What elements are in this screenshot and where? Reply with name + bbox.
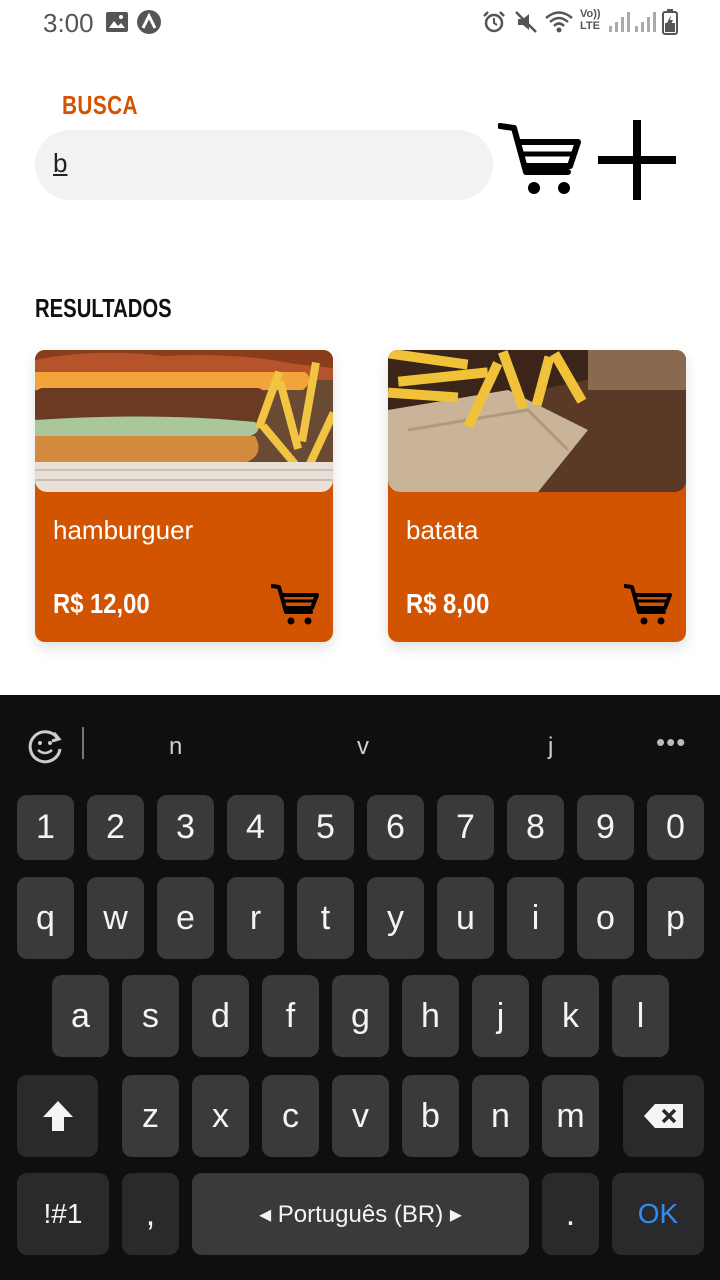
hamburger-image	[35, 350, 333, 492]
suggestion-1[interactable]: n	[169, 733, 182, 761]
key-0[interactable]: 0	[647, 795, 704, 860]
fries-image	[388, 350, 686, 492]
key-2[interactable]: 2	[87, 795, 144, 860]
key-p[interactable]: p	[647, 877, 704, 959]
more-options-icon[interactable]: •••	[656, 727, 686, 758]
key-m[interactable]: m	[542, 1075, 599, 1157]
key-b[interactable]: b	[402, 1075, 459, 1157]
key-f[interactable]: f	[262, 975, 319, 1057]
key-1[interactable]: 1	[17, 795, 74, 860]
alarm-icon	[483, 11, 505, 33]
volte-text-2: LTE	[580, 20, 600, 32]
backspace-key[interactable]	[623, 1075, 704, 1157]
keyboard-toolbar: n v j •••	[0, 695, 720, 793]
wifi-icon	[545, 11, 573, 33]
space-key[interactable]: ◂ Português (BR) ▸	[192, 1173, 529, 1255]
key-5[interactable]: 5	[297, 795, 354, 860]
key-9[interactable]: 9	[577, 795, 634, 860]
period-key[interactable]: .	[542, 1173, 599, 1255]
product-price: R$ 12,00	[53, 588, 150, 619]
key-7[interactable]: 7	[437, 795, 494, 860]
key-u[interactable]: u	[437, 877, 494, 959]
key-t[interactable]: t	[297, 877, 354, 959]
search-input-value: b	[53, 148, 68, 178]
key-8[interactable]: 8	[507, 795, 564, 860]
key-x[interactable]: x	[192, 1075, 249, 1157]
key-n[interactable]: n	[472, 1075, 529, 1157]
battery-icon	[662, 9, 678, 35]
add-button[interactable]	[596, 120, 678, 200]
shift-icon	[42, 1101, 73, 1131]
keyboard: n v j ••• 1 2 3 4 5 6 7 8 9 0 q w e r t …	[0, 695, 720, 1280]
key-l[interactable]: l	[612, 975, 669, 1057]
shift-key[interactable]	[17, 1075, 98, 1157]
product-card[interactable]: batata R$ 8,00	[388, 350, 686, 642]
mute-icon	[515, 11, 537, 33]
key-r[interactable]: r	[227, 877, 284, 959]
ok-key[interactable]: OK	[612, 1173, 704, 1255]
status-time: 3:00	[43, 8, 94, 38]
key-c[interactable]: c	[262, 1075, 319, 1157]
comma-key[interactable]: ,	[122, 1173, 179, 1255]
product-card[interactable]: hamburguer R$ 12,00	[35, 350, 333, 642]
key-4[interactable]: 4	[227, 795, 284, 860]
signal-icon	[609, 12, 630, 32]
results-title: RESULTADOS	[35, 293, 172, 323]
key-k[interactable]: k	[542, 975, 599, 1057]
key-v[interactable]: v	[332, 1075, 389, 1157]
key-q[interactable]: q	[17, 877, 74, 959]
product-name: batata	[406, 515, 479, 545]
key-j[interactable]: j	[472, 975, 529, 1057]
app-icon	[137, 10, 161, 34]
key-e[interactable]: e	[157, 877, 214, 959]
key-w[interactable]: w	[87, 877, 144, 959]
suggestion-3[interactable]: j	[548, 733, 553, 761]
key-d[interactable]: d	[192, 975, 249, 1057]
symbols-key[interactable]: !#1	[17, 1173, 109, 1255]
image-icon	[106, 12, 128, 32]
key-3[interactable]: 3	[157, 795, 214, 860]
key-y[interactable]: y	[367, 877, 424, 959]
key-g[interactable]: g	[332, 975, 389, 1057]
emoji-switch-icon[interactable]	[26, 727, 64, 765]
product-name: hamburguer	[53, 515, 194, 545]
toolbar-divider	[82, 727, 84, 759]
key-o[interactable]: o	[577, 877, 634, 959]
key-s[interactable]: s	[122, 975, 179, 1057]
add-to-cart-icon[interactable]	[624, 584, 672, 626]
product-price: R$ 8,00	[406, 588, 490, 619]
key-h[interactable]: h	[402, 975, 459, 1057]
search-title: BUSCA	[62, 90, 138, 120]
key-i[interactable]: i	[507, 877, 564, 959]
key-a[interactable]: a	[52, 975, 109, 1057]
backspace-icon	[643, 1104, 683, 1128]
add-to-cart-icon[interactable]	[271, 584, 319, 626]
suggestion-2[interactable]: v	[357, 733, 369, 761]
search-input[interactable]: b	[35, 130, 493, 200]
signal-icon-2	[635, 12, 656, 32]
key-z[interactable]: z	[122, 1075, 179, 1157]
volte-icon: Vo)) LTE	[580, 8, 604, 32]
cart-button[interactable]	[498, 122, 582, 198]
status-bar: 3:00 Vo)) LTE	[0, 0, 720, 46]
volte-text-1: Vo))	[580, 8, 601, 20]
key-6[interactable]: 6	[367, 795, 424, 860]
